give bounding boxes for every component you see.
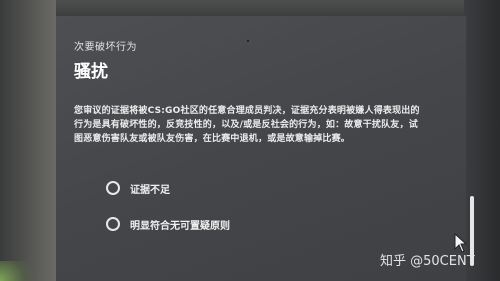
option-beyond-reasonable-doubt[interactable]: 明显符合无可置疑原则 [106, 216, 466, 232]
option-label: 证据不足 [130, 184, 170, 196]
radio-button-icon[interactable] [106, 181, 120, 195]
option-insufficient-evidence[interactable]: 证据不足 [106, 180, 466, 196]
dialog-title: 骚扰 [74, 62, 108, 82]
radio-button-icon[interactable] [106, 217, 120, 231]
watermark: 知乎 @50CENT [380, 254, 475, 269]
verdict-options: 证据不足 明显符合无可置疑原则 [106, 180, 466, 232]
verdict-dialog: 次要破坏行为 骚扰 您审议的证据将被CS:GO社区的任意合理成员判决，证据充分表… [56, 16, 466, 281]
dialog-category: 次要破坏行为 [74, 42, 137, 53]
monitor-bezel-top [0, 0, 500, 16]
monitor-bezel-left [0, 0, 56, 281]
corner-light [0, 261, 40, 281]
screen-speck [247, 40, 249, 42]
option-label: 明显符合无可置疑原则 [130, 220, 230, 232]
dialog-description: 您审议的证据将被CS:GO社区的任意合理成员判决，证据充分表明被嫌人得表现出的行… [74, 106, 420, 144]
